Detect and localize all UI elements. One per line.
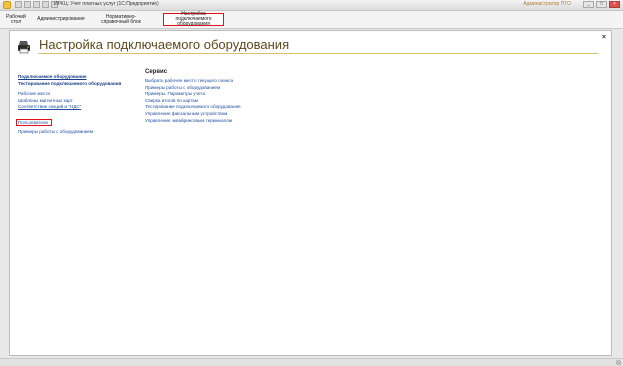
link-users[interactable]: Пользователи <box>16 118 52 126</box>
title-divider <box>38 53 598 54</box>
quick-access-toolbar <box>15 1 58 8</box>
resize-grip-icon[interactable] <box>616 360 621 365</box>
minimize-button[interactable]: _ <box>583 1 594 8</box>
link-work-examples[interactable]: Примеры работы с оборудованием <box>145 85 241 92</box>
left-navigation: Подключаемое оборудование Тестирование п… <box>16 74 121 136</box>
window-title-bar: ИРКЦ: Учет платных услуг (1С:Предприятие… <box>0 0 623 11</box>
service-panel: Сервис Выбрать рабочее место текущего се… <box>145 69 241 124</box>
link-workplaces[interactable]: Рабочие места <box>18 91 121 98</box>
close-form-button[interactable]: × <box>602 34 606 41</box>
link-examples-accounting-params[interactable]: Примеры. Параметры учета <box>145 91 241 98</box>
link-select-workplace[interactable]: Выбрать рабочее место текущего сеанса <box>145 78 241 85</box>
sections-panel: Рабочий стол Администрирование Нормативн… <box>0 11 623 29</box>
section-administration[interactable]: Администрирование <box>36 13 86 26</box>
back-icon[interactable] <box>15 1 22 8</box>
content-frame: × Настройка подключаемого оборудования П… <box>9 30 612 356</box>
link-connected-equipment[interactable]: Подключаемое оборудование <box>18 74 121 81</box>
close-window-button[interactable]: × <box>609 1 620 8</box>
forward-icon[interactable] <box>24 1 31 8</box>
menu-icon[interactable] <box>33 1 40 8</box>
link-acquiring-terminal[interactable]: Управление эквайринговым терминалом <box>145 118 241 125</box>
maximize-button[interactable]: □ <box>596 1 607 8</box>
window-controls: _ □ × <box>583 1 620 8</box>
section-reference-block[interactable]: Нормативно-справочный блок <box>92 13 150 26</box>
service-heading: Сервис <box>145 69 168 75</box>
section-desktop[interactable]: Рабочий стол <box>4 13 28 26</box>
link-test-equipment[interactable]: Тестирование подключаемого оборудования <box>145 104 241 111</box>
page-title: Настройка подключаемого оборудования <box>39 37 290 52</box>
link-equipment-examples[interactable]: Примеры работы с оборудованием <box>18 129 121 136</box>
window-title: ИРКЦ: Учет платных услуг (1С:Предприятие… <box>54 1 159 7</box>
history-icon[interactable] <box>42 1 49 8</box>
app-logo-icon <box>3 1 11 9</box>
link-fiscal-device[interactable]: Управление фискальным устройством <box>145 111 241 118</box>
link-equipment-testing[interactable]: Тестирование подключаемого оборудования <box>18 81 121 88</box>
printer-icon <box>18 41 30 54</box>
link-card-totals[interactable]: Сверка итогов по картам <box>145 98 241 105</box>
user-info: Администратор ПТО <box>523 1 571 7</box>
section-equipment-settings[interactable]: Настройка подключаемого оборудования <box>163 12 224 27</box>
link-sections-vat[interactable]: Соответствие секций и "НДС" <box>18 104 121 111</box>
